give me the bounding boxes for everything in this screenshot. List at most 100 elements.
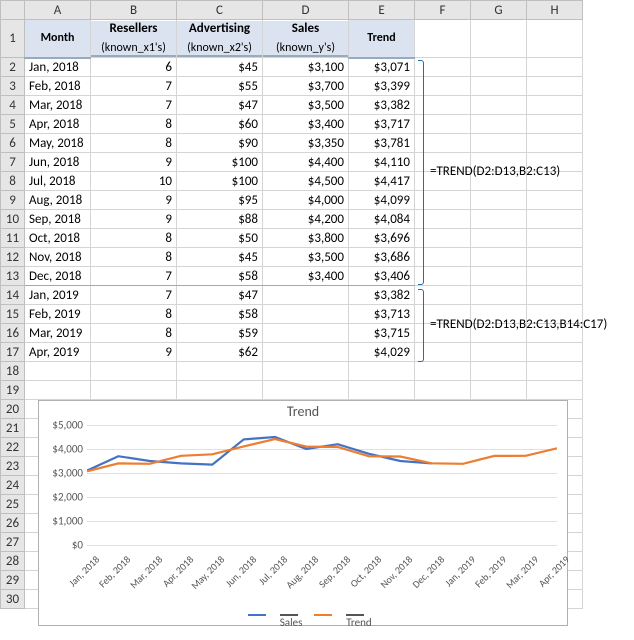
cell[interactable] — [471, 191, 527, 210]
cell[interactable]: 9 — [91, 191, 177, 210]
cell[interactable] — [471, 286, 527, 305]
row-header[interactable]: 8 — [1, 172, 25, 191]
cell[interactable]: $3,400 — [263, 115, 349, 134]
cell[interactable] — [91, 381, 177, 400]
cell[interactable] — [471, 134, 527, 153]
row-header[interactable]: 21 — [1, 419, 25, 438]
cell[interactable] — [471, 115, 527, 134]
cell[interactable] — [527, 191, 583, 210]
cell[interactable]: $47 — [177, 96, 263, 115]
cell[interactable]: 8 — [91, 305, 177, 324]
cell[interactable]: $95 — [177, 191, 263, 210]
cell[interactable] — [471, 96, 527, 115]
cell[interactable]: $100 — [177, 172, 263, 191]
cell[interactable]: Oct, 2018 — [25, 229, 91, 248]
cell[interactable]: $55 — [177, 77, 263, 96]
cell[interactable] — [349, 362, 415, 381]
cell[interactable] — [415, 20, 471, 58]
cell[interactable] — [471, 267, 527, 286]
cell[interactable]: $3,715 — [349, 324, 415, 343]
cell[interactable] — [263, 381, 349, 400]
cell[interactable] — [527, 20, 583, 58]
row-header[interactable]: 9 — [1, 191, 25, 210]
cell[interactable]: 7 — [91, 286, 177, 305]
cell[interactable]: 7 — [91, 96, 177, 115]
selectall-corner[interactable] — [1, 1, 25, 20]
row-header[interactable]: 18 — [1, 362, 25, 381]
cell[interactable] — [527, 381, 583, 400]
row-header[interactable]: 23 — [1, 457, 25, 476]
cell[interactable]: Sep, 2018 — [25, 210, 91, 229]
cell[interactable] — [349, 381, 415, 400]
cell[interactable]: 7 — [91, 77, 177, 96]
cell[interactable]: Trend — [349, 20, 415, 58]
cell[interactable] — [177, 381, 263, 400]
cell[interactable] — [415, 96, 471, 115]
cell[interactable] — [263, 362, 349, 381]
row-header[interactable]: 29 — [1, 571, 25, 590]
cell[interactable] — [263, 305, 349, 324]
cell[interactable]: Nov, 2018 — [25, 248, 91, 267]
row-header[interactable]: 7 — [1, 153, 25, 172]
col-header[interactable]: B — [91, 1, 177, 20]
cell[interactable] — [471, 362, 527, 381]
cell[interactable]: $3,717 — [349, 115, 415, 134]
chart[interactable]: Trend $5,000 $4,000 $3,000 $2,000 $1,000… — [38, 400, 568, 626]
cell[interactable] — [527, 115, 583, 134]
cell[interactable] — [527, 77, 583, 96]
cell[interactable]: $3,382 — [349, 96, 415, 115]
cell[interactable] — [527, 362, 583, 381]
col-header[interactable]: E — [349, 1, 415, 20]
cell[interactable] — [471, 343, 527, 362]
cell[interactable]: $58 — [177, 305, 263, 324]
col-header[interactable]: A — [25, 1, 91, 20]
cell[interactable]: Feb, 2019 — [25, 305, 91, 324]
cell[interactable]: 8 — [91, 134, 177, 153]
row-header[interactable]: 27 — [1, 533, 25, 552]
cell[interactable] — [415, 248, 471, 267]
cell[interactable]: $3,406 — [349, 267, 415, 286]
cell[interactable]: $4,417 — [349, 172, 415, 191]
cell[interactable]: $62 — [177, 343, 263, 362]
row-header[interactable]: 10 — [1, 210, 25, 229]
cell[interactable]: 9 — [91, 343, 177, 362]
cell[interactable]: 8 — [91, 248, 177, 267]
row-header[interactable]: 20 — [1, 400, 25, 419]
cell[interactable]: $3,350 — [263, 134, 349, 153]
cell[interactable]: 10 — [91, 172, 177, 191]
cell[interactable]: $3,400 — [263, 267, 349, 286]
cell[interactable] — [527, 286, 583, 305]
cell[interactable]: Jan, 2019 — [25, 286, 91, 305]
cell[interactable]: $4,200 — [263, 210, 349, 229]
cell[interactable]: 8 — [91, 115, 177, 134]
cell[interactable]: Jun, 2018 — [25, 153, 91, 172]
row-header[interactable]: 19 — [1, 381, 25, 400]
row-header[interactable]: 25 — [1, 495, 25, 514]
cell[interactable]: $4,500 — [263, 172, 349, 191]
cell[interactable]: $3,382 — [349, 286, 415, 305]
cell[interactable] — [177, 362, 263, 381]
cell[interactable]: $4,029 — [349, 343, 415, 362]
cell[interactable]: Dec, 2018 — [25, 267, 91, 286]
cell[interactable] — [527, 96, 583, 115]
cell[interactable] — [415, 191, 471, 210]
cell[interactable]: $3,100 — [263, 58, 349, 77]
cell[interactable]: May, 2018 — [25, 134, 91, 153]
cell[interactable]: $47 — [177, 286, 263, 305]
cell[interactable] — [263, 286, 349, 305]
cell[interactable]: $4,110 — [349, 153, 415, 172]
cell[interactable]: Apr, 2018 — [25, 115, 91, 134]
cell[interactable] — [471, 77, 527, 96]
col-header[interactable]: C — [177, 1, 263, 20]
cell[interactable]: 7 — [91, 267, 177, 286]
cell[interactable]: $59 — [177, 324, 263, 343]
cell[interactable] — [415, 134, 471, 153]
cell[interactable]: 9 — [91, 153, 177, 172]
row-header[interactable]: 14 — [1, 286, 25, 305]
cell[interactable]: Sales (known_y's) — [263, 20, 349, 58]
cell[interactable]: $3,700 — [263, 77, 349, 96]
cell[interactable] — [527, 248, 583, 267]
row-header[interactable]: 12 — [1, 248, 25, 267]
cell[interactable] — [527, 58, 583, 77]
row-header[interactable]: 24 — [1, 476, 25, 495]
